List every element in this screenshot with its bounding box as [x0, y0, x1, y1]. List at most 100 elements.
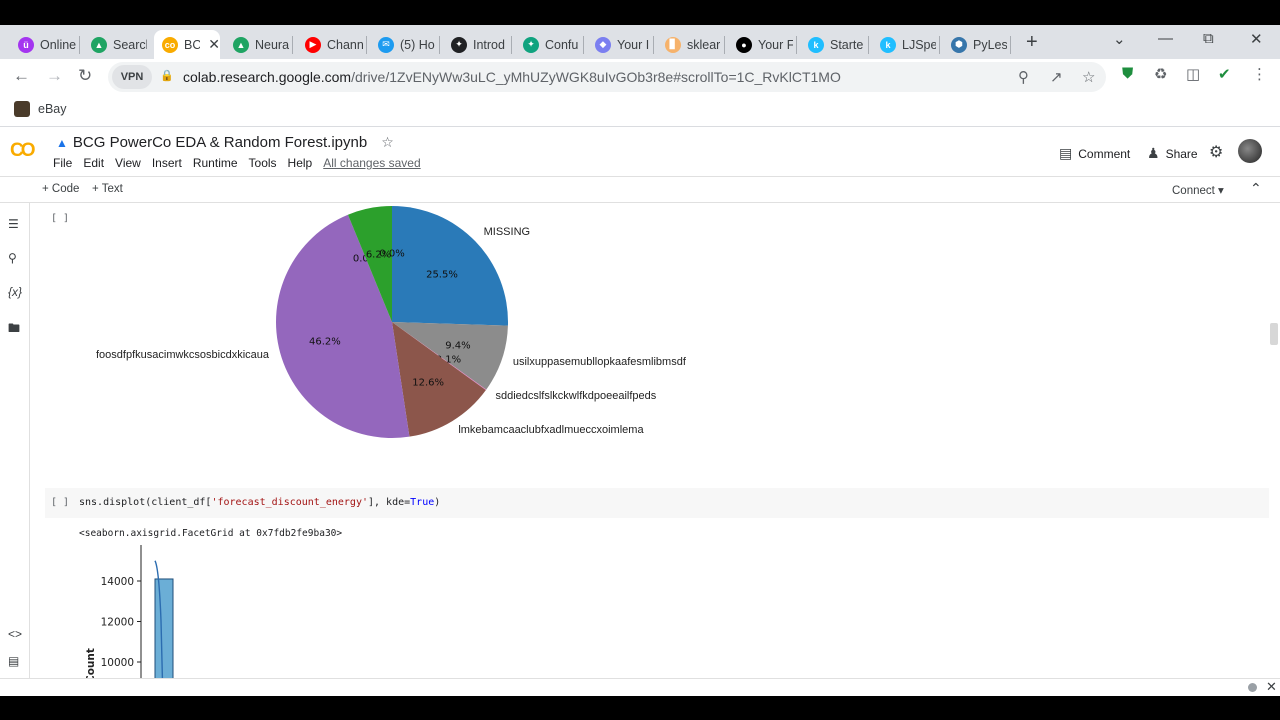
connect-button[interactable]: Connect ▾ — [1172, 183, 1224, 197]
comment-button[interactable]: ▤ Comment — [1059, 145, 1130, 162]
code-snippets-icon[interactable]: <> — [8, 627, 22, 641]
cell-toolbar: + Code + Text Connect ▾ ⌃ — [0, 176, 1280, 203]
minimize-icon[interactable]: — — [1158, 30, 1173, 47]
code-string: 'forecast_discount_energy' — [211, 497, 368, 508]
pie-category-label: MISSING — [483, 226, 531, 239]
pie-percent-label: 0.0% — [379, 248, 404, 259]
openai-icon: ✦ — [523, 36, 539, 53]
gear-icon[interactable]: ⚙ — [1209, 142, 1223, 162]
forward-icon[interactable]: → — [46, 66, 63, 86]
tab-separator — [1010, 36, 1011, 54]
pie-percent-label: 46.2% — [309, 337, 341, 348]
reload-icon[interactable]: ↻ — [78, 66, 92, 86]
zoom-icon[interactable]: ⚲ — [1018, 68, 1029, 86]
add-code-button[interactable]: + Code — [42, 183, 79, 195]
run-cell-button[interactable]: [ ] — [51, 497, 69, 508]
star-icon[interactable]: ☆ — [381, 134, 394, 151]
code-cell[interactable]: [ ] sns.displot(client_df['forecast_disc… — [45, 488, 1269, 518]
browser-tab[interactable]: ü Online — [10, 30, 76, 59]
browser-window: ü Online ▲ Search co BC ✕ ▲ Neura ▶ Chann ✉ (5) Ho ✦ I… — [0, 25, 1280, 696]
code-part: sns.displot(client_df[ — [79, 497, 212, 508]
browser-menu-icon[interactable]: ⋮ — [1252, 65, 1267, 83]
browser-tab[interactable]: ✦ Introd — [443, 30, 508, 59]
url-domain: colab.research.google.com — [183, 69, 352, 85]
notebook-title[interactable]: ▲ BCG PowerCo EDA & Random Forest.ipynb … — [56, 134, 394, 151]
tab-separator — [292, 36, 293, 54]
tab-separator — [439, 36, 440, 54]
browser-tab[interactable]: ⬢ PyLes — [943, 30, 1007, 59]
menu-item-file[interactable]: File — [53, 156, 72, 170]
url-path: /drive/1ZvENyWw3uLC_yMhUZyWGK8uIvGOb3r8e… — [351, 69, 841, 85]
variables-icon[interactable]: {x} — [8, 285, 22, 299]
command-palette-icon[interactable]: ▤ — [8, 654, 19, 668]
tab-search-chevron-icon[interactable]: ⌄ — [1113, 30, 1126, 48]
tab-label: Introd — [473, 37, 505, 52]
code-part: ) — [434, 497, 441, 508]
medium-icon: ● — [736, 36, 752, 53]
share-page-icon[interactable]: ↗ — [1050, 68, 1063, 86]
twitter-icon: ✉ — [378, 36, 394, 53]
address-bar[interactable]: VPN 🔒 colab.research.google.com/drive/1Z… — [108, 62, 1106, 92]
share-button[interactable]: ♟ Share — [1147, 145, 1198, 162]
vpn-badge[interactable]: VPN — [112, 65, 152, 89]
browser-tab[interactable]: ▶ Chann — [297, 30, 363, 59]
back-icon[interactable]: ← — [13, 66, 30, 86]
shield-extension-icon[interactable]: ⛊ — [1122, 65, 1133, 82]
bookmark-star-icon[interactable]: ☆ — [1082, 68, 1095, 86]
tab-label: Search — [113, 37, 147, 52]
pie-percent-label: 12.6% — [412, 377, 444, 388]
browser-tab[interactable]: ● Your F — [728, 30, 793, 59]
new-tab-icon[interactable]: + — [1026, 31, 1038, 54]
save-status-link[interactable]: All changes saved — [323, 156, 420, 170]
menu-item-runtime[interactable]: Runtime — [193, 156, 238, 170]
chevron-up-icon[interactable]: ⌃ — [1250, 180, 1262, 197]
folder-icon[interactable]: 🖿 — [8, 319, 20, 340]
table-of-contents-icon[interactable]: ☰ — [8, 217, 19, 231]
close-tab-icon[interactable]: ✕ — [208, 36, 220, 53]
youtube-icon: ▶ — [305, 36, 321, 53]
chart-icon: ▊ — [665, 36, 681, 53]
browser-tab[interactable]: k Starte — [800, 30, 865, 59]
browser-tab[interactable]: ◆ Your I — [587, 30, 650, 59]
kaggle-icon: k — [880, 36, 896, 53]
lock-icon[interactable]: 🔒 — [160, 69, 174, 82]
menu-item-help[interactable]: Help — [288, 156, 313, 170]
close-icon[interactable]: ✕ — [1266, 679, 1277, 695]
notebook-body: [ ] 25.5% 9.4% 0.1% 12.6% 46.2% 0.0% 6.2% 0.0% … — [31, 203, 1280, 696]
tab-label: Confu — [545, 37, 579, 52]
drive-icon: ▲ — [233, 36, 249, 53]
y-tick-label: 14000 — [101, 576, 134, 588]
menu-item-tools[interactable]: Tools — [249, 156, 277, 170]
search-icon[interactable]: ⚲ — [8, 251, 17, 265]
tab-label: Chann — [327, 37, 363, 52]
code-editor[interactable]: sns.displot(client_df['forecast_discount… — [79, 497, 440, 508]
side-panel-icon[interactable]: ◫ — [1186, 65, 1200, 83]
tab-label: sklear — [687, 37, 721, 52]
add-text-button[interactable]: + Text — [92, 183, 123, 195]
restore-icon[interactable]: ⧉ — [1203, 30, 1214, 47]
code-part: ], kde= — [368, 497, 411, 508]
avatar[interactable] — [1238, 139, 1262, 163]
menu-item-edit[interactable]: Edit — [83, 156, 104, 170]
browser-tab[interactable]: k LJSpe — [872, 30, 936, 59]
tab-label: Online — [40, 37, 76, 52]
tab-separator — [939, 36, 940, 54]
browser-tab[interactable]: ✦ Confu — [515, 30, 580, 59]
tab-label: Your I — [617, 37, 650, 52]
extensions-puzzle-icon[interactable]: ♻ — [1154, 65, 1167, 83]
tab-label: LJSpe — [902, 37, 936, 52]
scrollbar-thumb[interactable] — [1270, 323, 1278, 345]
menu-item-view[interactable]: View — [115, 156, 141, 170]
check-extension-icon[interactable]: ✔ — [1218, 65, 1231, 83]
url-text[interactable]: colab.research.google.com/drive/1ZvENyWw… — [183, 69, 841, 85]
colab-logo[interactable]: CO — [10, 140, 35, 162]
bookmark-ebay[interactable]: eBay — [14, 101, 67, 117]
browser-tab[interactable]: ✉ (5) Ho — [370, 30, 436, 59]
window-close-icon[interactable]: ✕ — [1250, 30, 1263, 48]
browser-tab[interactable]: co BC ✕ — [154, 30, 220, 59]
menu-bar: File Edit View Insert Runtime Tools Help All ch… — [53, 156, 432, 170]
menu-item-insert[interactable]: Insert — [152, 156, 182, 170]
browser-tab[interactable]: ▲ Search — [83, 30, 147, 59]
browser-tab[interactable]: ▊ sklear — [657, 30, 721, 59]
browser-tab[interactable]: ▲ Neura — [225, 30, 289, 59]
